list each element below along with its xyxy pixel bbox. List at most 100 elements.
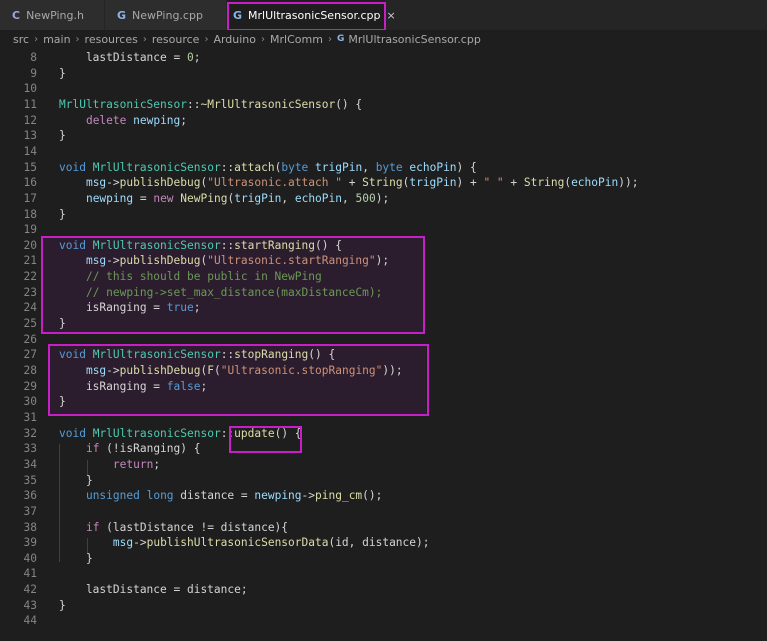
close-icon[interactable]: × [387,9,396,22]
tab-newping-h[interactable]: C NewPing.h [0,0,104,30]
code-text: void MrlUltrasonicSensor::attach(byte tr… [59,160,477,174]
line-number: 25 [23,317,37,331]
code-text: MrlUltrasonicSensor::~MrlUltrasonicSenso… [59,97,363,111]
chevron-right-icon: › [75,33,80,45]
breadcrumb-item[interactable]: Arduino [213,33,256,46]
line-number: 29 [23,379,37,393]
code-text: if (lastDistance != distance){ [85,520,289,534]
chevron-right-icon: › [142,33,147,45]
line-number: 11 [23,97,37,111]
line-number: 33 [23,442,37,456]
code-text: } [59,207,66,221]
code-line[interactable]: 39 msg->publishUltrasonicSensorData(id, … [0,535,767,551]
code-line[interactable]: 33 if (!isRanging) { [0,441,767,457]
line-number: 9 [30,66,37,80]
code-line[interactable]: 8 lastDistance = 0; [0,50,767,66]
line-number: 41 [23,567,37,581]
line-number: 16 [23,176,37,190]
code-text: if (!isRanging) { [85,442,201,456]
breadcrumb-item[interactable]: main [43,33,70,46]
chevron-right-icon: › [34,33,39,45]
code-line[interactable]: 13} [0,128,767,144]
line-number: 13 [23,129,37,143]
code-text: msg->publishDebug("Ultrasonic.attach " +… [85,176,639,190]
tab-highlight-box [227,2,386,31]
code-line[interactable]: 17 newping = new NewPing(trigPin, echoPi… [0,191,767,207]
code-line[interactable]: 37 [0,504,767,520]
code-line[interactable]: 32 void MrlUltrasonicSensor::update() { [0,426,767,442]
code-text: } [59,473,93,487]
breadcrumb-item[interactable]: MrlUltrasonicSensor.cpp [348,33,481,46]
code-line[interactable]: 14 [0,144,767,160]
line-number: 14 [23,144,37,158]
code-text: newping = new NewPing(trigPin, echoPin, … [85,191,390,205]
line-number: 17 [23,191,37,205]
annotation-box-update [229,426,302,453]
line-number: 27 [23,348,37,362]
line-number: 35 [23,473,37,487]
code-line[interactable]: 44 [0,613,767,629]
line-number: 26 [23,332,37,346]
tab-label: NewPing.cpp [132,8,203,22]
chevron-right-icon: › [204,33,209,45]
line-number: 40 [23,551,37,565]
line-number: 12 [23,113,37,127]
line-number: 21 [23,254,37,268]
code-line[interactable]: 11 MrlUltrasonicSensor::~MrlUltrasonicSen… [0,97,767,113]
breadcrumb: src › main › resources › resource › Ardu… [0,30,767,48]
code-text: msg->publishUltrasonicSensorData(id, dis… [112,536,430,550]
code-text: } [59,66,66,80]
breadcrumb-item[interactable]: src [13,33,29,46]
line-number: 36 [23,489,37,503]
line-number: 19 [23,223,37,237]
line-number: 23 [23,285,37,299]
code-text: } [59,551,93,565]
chevron-right-icon: › [327,33,332,45]
code-text: lastDistance = distance; [59,583,248,597]
line-number: 38 [23,520,37,534]
code-line[interactable]: 18} [0,207,767,223]
breadcrumb-item[interactable]: resources [85,33,138,46]
cpp-file-icon: G [117,8,127,22]
code-line[interactable]: 15 void MrlUltrasonicSensor::attach(byte … [0,160,767,176]
tab-newping-cpp[interactable]: G NewPing.cpp [105,0,226,30]
code-line[interactable]: 40 } [0,551,767,567]
line-number: 32 [23,426,37,440]
line-number: 28 [23,364,37,377]
code-line[interactable]: 36 unsigned long distance = newping->pin… [0,488,767,504]
code-line[interactable]: 9} [0,66,767,82]
line-number: 24 [23,301,37,315]
line-number: 39 [23,536,37,550]
tab-label: NewPing.h [26,8,84,22]
breadcrumb-item[interactable]: resource [152,33,200,46]
code-line[interactable]: 10 [0,81,767,97]
line-number: 31 [23,410,37,424]
line-number: 20 [23,238,37,252]
line-number: 10 [23,82,37,96]
code-line[interactable]: 16 msg->publishDebug("Ultrasonic.attach … [0,175,767,191]
chevron-right-icon: › [261,33,266,45]
code-line[interactable]: 38 if (lastDistance != distance){ [0,520,767,536]
code-text: unsigned long distance = newping->ping_c… [85,489,383,503]
line-number: 8 [30,51,37,64]
code-line[interactable]: 41 [0,566,767,582]
line-number: 37 [23,504,37,518]
code-line[interactable]: 12 delete newping; [0,113,767,129]
line-number: 18 [23,207,37,221]
code-editor[interactable]: 8 lastDistance = 0; 9} 10 11 MrlUltrasonicSe… [0,50,767,641]
code-line[interactable]: 35 } [0,473,767,489]
code-text: } [59,129,66,143]
cpp-file-icon: G [336,34,345,44]
code-line[interactable]: 34 return; [0,457,767,473]
line-number: 34 [23,457,37,471]
line-number: 30 [23,395,37,409]
breadcrumb-item[interactable]: MrlComm [270,33,323,46]
code-line[interactable]: 42 lastDistance = distance; [0,582,767,598]
line-number: 43 [23,598,37,612]
annotation-box-startranging [41,236,425,334]
code-text: } [59,598,66,612]
code-line[interactable]: 43} [0,598,767,614]
line-number: 44 [23,614,37,628]
code-text: return; [112,457,161,471]
line-number: 15 [23,160,37,174]
